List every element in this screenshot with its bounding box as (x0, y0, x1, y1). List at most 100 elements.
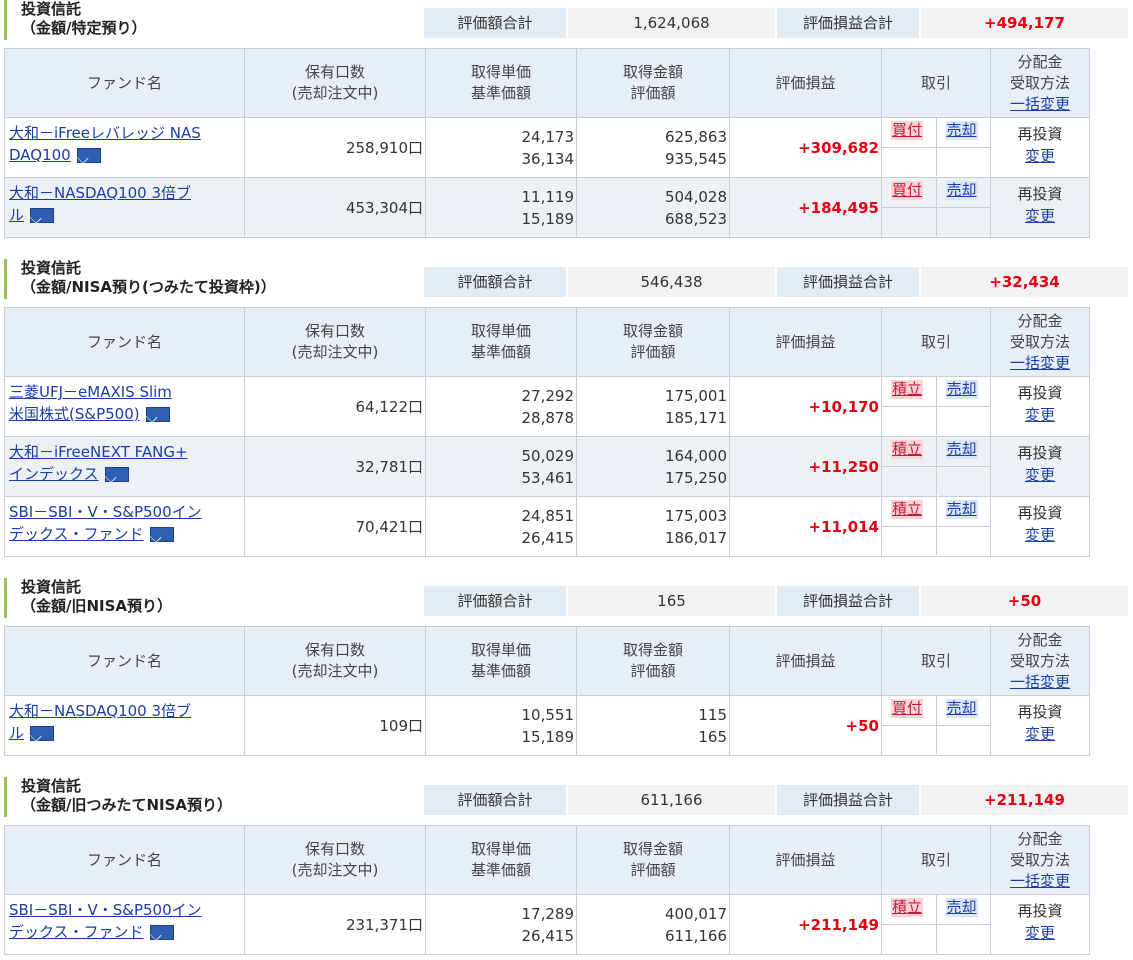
trade-cell: 買付 売却 (881, 177, 991, 238)
market-value: 611,166 (664, 926, 727, 945)
sell-button[interactable]: 売却 (945, 181, 978, 200)
fund-name-cell[interactable]: SBI－SBI・V・S&P500インデックス・ファンド (4, 894, 245, 955)
fund-name-text[interactable]: インデックス (9, 465, 99, 483)
fund-name-link[interactable]: SBI－SBI・V・S&P500イン (9, 501, 242, 523)
bulk-change-link[interactable]: 一括変更 (991, 871, 1089, 892)
fund-name-link[interactable]: 三菱UFJ－eMAXIS Slim (9, 381, 242, 403)
nav-price: 26,415 (521, 528, 575, 547)
units-cell: 453,304口 (244, 177, 426, 238)
fund-name-link[interactable]: 大和－NASDAQ100 3倍ブ (9, 700, 242, 722)
bulk-change-link[interactable]: 一括変更 (991, 672, 1089, 693)
amount-cell: 164,000 175,250 (576, 436, 730, 497)
header-unit-price-label: 取得単価 (470, 840, 531, 858)
header-pl: 評価損益 (729, 626, 882, 696)
fund-name-text[interactable]: ル (9, 724, 24, 742)
mail-icon[interactable] (76, 148, 101, 163)
header-distribution-label: 分配金 (1017, 829, 1063, 848)
table-header: ファンド名 保有口数 (売却注文中) 取得単価 基準価額 取得金額 評価額 評価損益 取引 分配金… (4, 48, 1129, 118)
sell-button[interactable]: 売却 (945, 500, 978, 519)
buy-button[interactable]: 積立 (891, 898, 924, 917)
fund-name-cell[interactable]: 大和－NASDAQ100 3倍ブル (4, 177, 245, 238)
header-units-label: 保有口数 (304, 322, 365, 340)
fund-name-link-2[interactable]: ル (9, 722, 242, 744)
sell-button[interactable]: 売却 (945, 380, 978, 399)
buy-area: 積立 (882, 437, 936, 495)
cost-price: 50,029 (521, 446, 575, 465)
fund-name-link[interactable]: 大和－iFreeNEXT FANG+ (9, 441, 242, 463)
header-units: 保有口数 (売却注文中) (244, 307, 426, 377)
cost-amount: 400,017 (664, 904, 727, 923)
bulk-change-link[interactable]: 一括変更 (991, 353, 1089, 374)
total-pl-label: 評価損益合計 (777, 8, 919, 38)
buy-area: 積立 (882, 497, 936, 555)
fund-name-cell[interactable]: 大和－NASDAQ100 3倍ブル (4, 695, 245, 756)
change-link[interactable]: 変更 (993, 723, 1087, 745)
sell-area: 売却 (935, 437, 991, 495)
fund-name-text[interactable]: 米国株式(S&P500) (9, 405, 140, 423)
buy-button[interactable]: 積立 (891, 380, 924, 399)
fund-name-text[interactable]: デックス・ファンド (9, 525, 144, 543)
total-pl-label: 評価損益合計 (777, 267, 919, 297)
fund-name-link-2[interactable]: デックス・ファンド (9, 523, 242, 545)
price-cell: 50,029 53,461 (425, 436, 577, 497)
distribution-cell: 再投資 変更 (990, 496, 1090, 557)
header-amount-label: 取得金額 (622, 322, 683, 340)
fund-name-cell[interactable]: 大和－iFreeNEXT FANG+ インデックス (4, 436, 245, 497)
sell-button[interactable]: 売却 (945, 121, 978, 140)
sell-button[interactable]: 売却 (945, 898, 978, 917)
fund-name-cell[interactable]: 大和－iFreeレバレッジ NAS DAQ100 (4, 117, 245, 178)
sell-button[interactable]: 売却 (945, 440, 978, 459)
buy-button[interactable]: 積立 (891, 500, 924, 519)
change-link[interactable]: 変更 (993, 922, 1087, 944)
fund-name-link-2[interactable]: ル (9, 204, 242, 226)
bulk-change-link[interactable]: 一括変更 (991, 94, 1089, 115)
mail-icon[interactable] (149, 527, 174, 542)
fund-name-link-2[interactable]: 米国株式(S&P500) (9, 403, 242, 425)
buy-button[interactable]: 積立 (891, 440, 924, 459)
fund-name-cell[interactable]: 三菱UFJ－eMAXIS Slim 米国株式(S&P500) (4, 376, 245, 437)
fund-name-link-2[interactable]: インデックス (9, 463, 242, 485)
change-link[interactable]: 変更 (993, 205, 1087, 227)
section-title-account: （金額/NISA預り(つみたて投資枠)） (21, 278, 276, 296)
mail-icon[interactable] (149, 925, 174, 940)
fund-name-text[interactable]: デックス・ファンド (9, 923, 144, 941)
change-link[interactable]: 変更 (993, 524, 1087, 546)
header-units: 保有口数 (売却注文中) (244, 825, 426, 895)
fund-name-link[interactable]: SBI－SBI・V・S&P500イン (9, 899, 242, 921)
fund-name-link-2[interactable]: DAQ100 (9, 144, 242, 166)
buy-button[interactable]: 買付 (891, 121, 924, 140)
amount-cell: 175,003 186,017 (576, 496, 730, 557)
distribution-cell: 再投資 変更 (990, 436, 1090, 497)
header-units-label: (売却注文中) (291, 84, 379, 102)
fund-name-link-2[interactable]: デックス・ファンド (9, 921, 242, 943)
fund-name-cell[interactable]: SBI－SBI・V・S&P500インデックス・ファンド (4, 496, 245, 557)
trade-cell: 買付 売却 (881, 117, 991, 178)
fund-name-link[interactable]: 大和－iFreeレバレッジ NAS (9, 122, 242, 144)
header-unit-price-label: 基準価額 (470, 343, 531, 361)
cost-price: 24,851 (521, 506, 575, 525)
fund-name-link[interactable]: 大和－NASDAQ100 3倍ブ (9, 182, 242, 204)
header-amount-label: 評価額 (630, 343, 676, 361)
sell-button[interactable]: 売却 (945, 699, 978, 718)
mail-icon[interactable] (145, 407, 170, 422)
trade-cell: 買付 売却 (881, 695, 991, 756)
change-link[interactable]: 変更 (993, 404, 1087, 426)
total-value: 165 (568, 586, 775, 616)
trade-buttons: 買付 売却 (882, 178, 990, 236)
buy-button[interactable]: 買付 (891, 699, 924, 718)
mail-icon[interactable] (30, 208, 55, 223)
change-link[interactable]: 変更 (993, 464, 1087, 486)
mail-icon[interactable] (30, 726, 55, 741)
total-pl-value: +211,149 (921, 785, 1128, 815)
cost-amount: 164,000 (664, 446, 727, 465)
total-pl-label: 評価損益合計 (777, 586, 919, 616)
section-title-main: 投資信託 (21, 578, 82, 596)
fund-name-text[interactable]: ル (9, 206, 24, 224)
fund-name-text[interactable]: DAQ100 (9, 146, 71, 164)
amount-cell: 175,001 185,171 (576, 376, 730, 437)
change-link[interactable]: 変更 (993, 145, 1087, 167)
trade-buttons: 買付 売却 (882, 118, 990, 176)
trade-buttons: 積立 売却 (882, 437, 990, 495)
buy-button[interactable]: 買付 (891, 181, 924, 200)
mail-icon[interactable] (104, 467, 129, 482)
